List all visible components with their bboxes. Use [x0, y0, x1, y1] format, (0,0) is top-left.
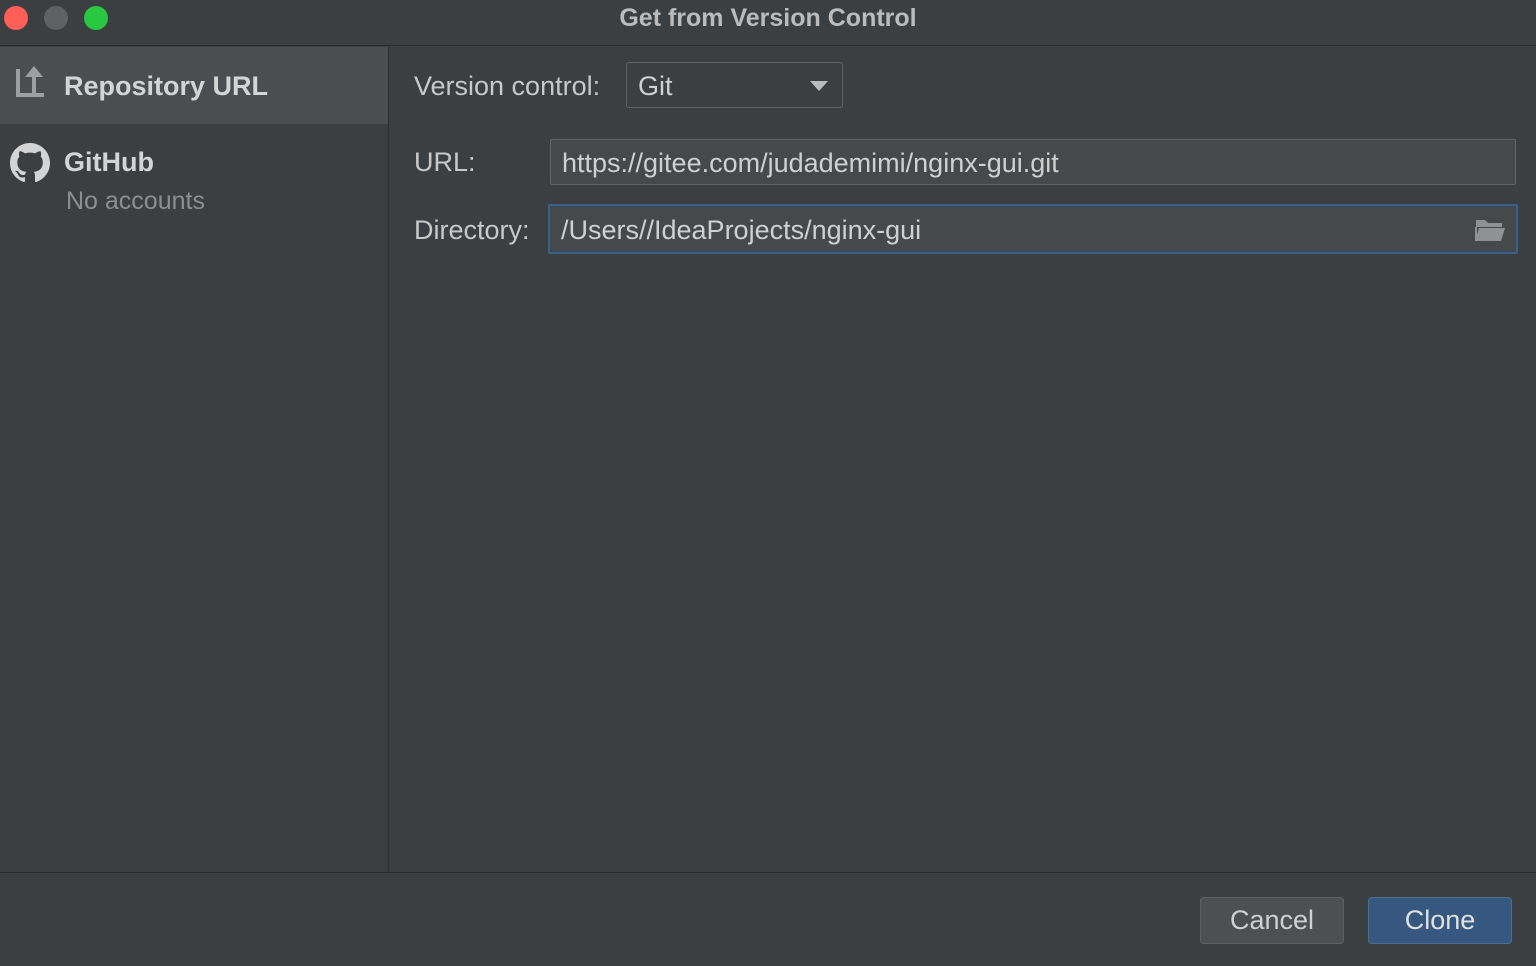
- github-accounts-status: No accounts: [66, 187, 205, 215]
- version-control-value: Git: [638, 71, 673, 101]
- directory-input[interactable]: /Users//IdeaProjects/nginx-gui: [548, 204, 1518, 254]
- version-control-label: Version control:: [414, 71, 601, 101]
- cancel-button[interactable]: Cancel: [1200, 897, 1344, 944]
- sidebar-item-github[interactable]: GitHub No accounts: [0, 137, 388, 227]
- version-control-select[interactable]: Git: [626, 62, 843, 108]
- folder-open-icon[interactable]: [1474, 217, 1506, 243]
- sidebar-item-label: GitHub: [64, 147, 154, 177]
- get-from-vcs-dialog: Get from Version Control Repository URL …: [0, 0, 1536, 966]
- dialog-title: Get from Version Control: [619, 4, 917, 32]
- url-input[interactable]: https://gitee.com/judademimi/nginx-gui.g…: [550, 139, 1516, 185]
- github-icon: [10, 143, 50, 188]
- clone-form: Version control: Git URL: https://gitee.…: [389, 47, 1536, 872]
- sidebar-item-label: Repository URL: [64, 71, 269, 101]
- chevron-down-icon: [810, 81, 828, 91]
- directory-input-value: /Users//IdeaProjects/nginx-gui: [561, 215, 922, 245]
- repository-url-icon: [12, 65, 48, 106]
- directory-label: Directory:: [414, 215, 530, 245]
- title-bar: Get from Version Control: [0, 0, 1536, 46]
- sidebar: Repository URL GitHub No accounts: [0, 47, 389, 872]
- clone-button[interactable]: Clone: [1368, 897, 1512, 944]
- dialog-footer: Cancel Clone: [0, 872, 1536, 966]
- url-input-value: https://gitee.com/judademimi/nginx-gui.g…: [562, 148, 1059, 178]
- sidebar-item-repository-url[interactable]: Repository URL: [0, 47, 388, 124]
- url-label: URL:: [414, 147, 476, 177]
